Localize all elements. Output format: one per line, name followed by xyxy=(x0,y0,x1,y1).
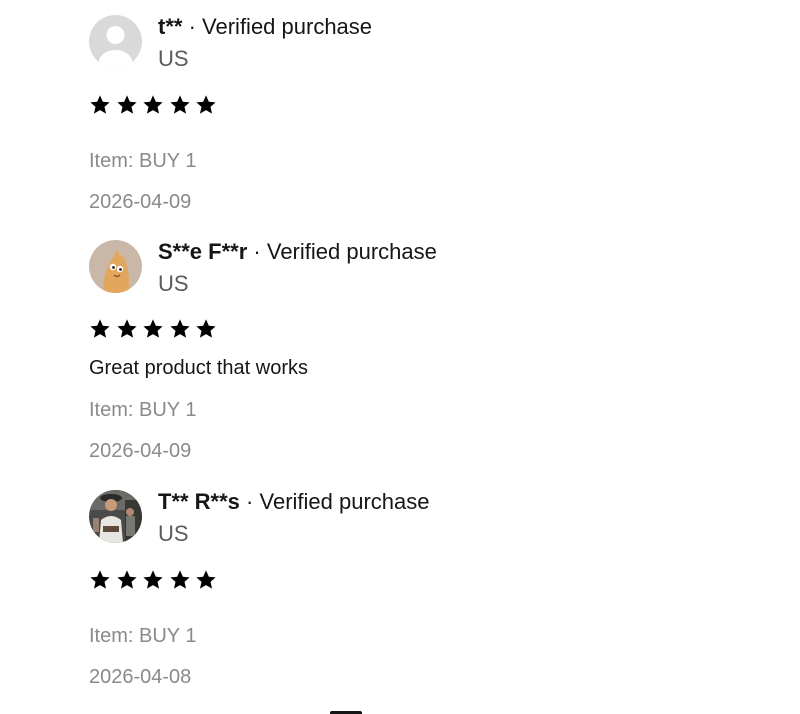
default-user-icon[interactable] xyxy=(89,15,142,68)
cartoon-avatar-icon[interactable] xyxy=(89,240,142,293)
reviewer-line: T** R**s · Verified purchase xyxy=(158,489,430,515)
star-icon xyxy=(116,319,137,338)
star-icon xyxy=(196,570,216,589)
star-rating xyxy=(89,569,709,591)
star-icon xyxy=(116,95,137,114)
star-icon xyxy=(169,95,190,114)
reviewer-country: US xyxy=(158,46,189,71)
review-card: T** R**s · Verified purchase US Item: BU… xyxy=(89,489,709,689)
star-icon xyxy=(143,95,163,114)
review-header: t** · Verified purchase US xyxy=(89,14,709,72)
reviewer-info: t** · Verified purchase US xyxy=(158,14,372,72)
star-icon xyxy=(90,570,110,589)
reviewer-name[interactable]: T** R**s xyxy=(158,489,240,514)
star-icon xyxy=(196,319,216,338)
reviewer-name[interactable]: S**e F**r xyxy=(158,239,247,264)
star-icon xyxy=(116,570,137,589)
reviewer-info: S**e F**r · Verified purchase US xyxy=(158,239,437,297)
review-card: t** · Verified purchase US Item: BUY 1 2… xyxy=(89,14,709,214)
review-date: 2026-04-08 xyxy=(89,666,192,688)
review-card: S**e F**r · Verified purchase US Great p… xyxy=(89,239,709,463)
reviewer-country: US xyxy=(158,521,189,546)
separator-dot: · xyxy=(188,14,196,39)
star-rating xyxy=(89,94,709,116)
purchased-item: Item: BUY 1 xyxy=(89,625,197,647)
star-icon xyxy=(143,319,163,338)
verified-purchase-label: Verified purchase xyxy=(259,489,430,514)
star-icon xyxy=(169,319,190,338)
star-icon xyxy=(143,570,163,589)
review-header: S**e F**r · Verified purchase US xyxy=(89,239,709,297)
reviewer-info: T** R**s · Verified purchase US xyxy=(158,489,430,547)
review-date: 2026-04-09 xyxy=(89,191,192,213)
review-text: Great product that works xyxy=(89,357,308,379)
review-header: T** R**s · Verified purchase US xyxy=(89,489,709,547)
star-icon xyxy=(90,95,110,114)
review-date: 2026-04-09 xyxy=(89,440,192,462)
purchased-item: Item: BUY 1 xyxy=(89,399,197,421)
purchased-item: Item: BUY 1 xyxy=(89,150,197,172)
separator-dot: · xyxy=(253,239,261,264)
reviewer-name[interactable]: t** xyxy=(158,14,182,39)
separator-dot: · xyxy=(246,489,254,514)
star-icon xyxy=(169,570,190,589)
star-icon xyxy=(196,95,216,114)
reviewer-line: S**e F**r · Verified purchase xyxy=(158,239,437,265)
verified-purchase-label: Verified purchase xyxy=(202,14,373,39)
photo-avatar-icon[interactable] xyxy=(89,490,142,543)
reviewer-line: t** · Verified purchase xyxy=(158,14,372,40)
star-icon xyxy=(90,319,110,338)
star-rating xyxy=(89,318,709,340)
reviewer-country: US xyxy=(158,271,189,296)
verified-purchase-label: Verified purchase xyxy=(266,239,437,264)
